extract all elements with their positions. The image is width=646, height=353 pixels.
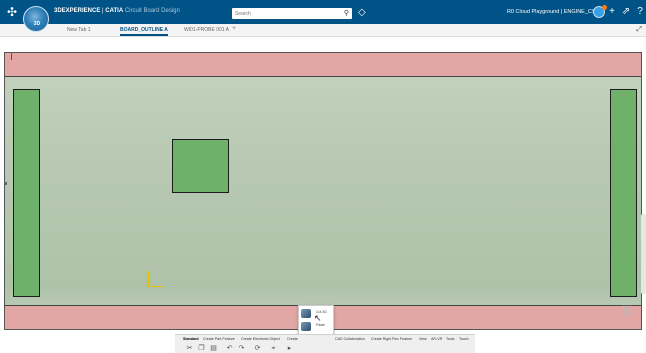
add-icon[interactable]: + — [606, 5, 618, 19]
tab-board-outline[interactable]: BOARD_OUTLINE A — [120, 26, 168, 36]
tab-probe[interactable]: WI01-PROBE 001 A — [184, 26, 229, 36]
section-tab-view[interactable]: View — [419, 337, 427, 341]
section-tab-touch[interactable]: Touch — [459, 337, 469, 341]
app-name: CATIA — [105, 8, 124, 14]
copy-icon[interactable]: ❐ — [197, 345, 206, 353]
section-tab-create[interactable]: Create — [287, 337, 298, 341]
paste-icon — [301, 322, 311, 331]
top-bar: ✣ 3DEXPERIENCE | CATIA Circuit Board Des… — [0, 0, 646, 24]
axis-x-indicator — [148, 286, 164, 287]
platform-selector[interactable]: R0 Cloud Playground | ENGINE_CS ▾ — [507, 9, 600, 15]
axis-y-indicator — [148, 271, 149, 287]
undo-icon[interactable]: ↶ — [225, 345, 234, 353]
action-bar: Standard Create Part Feature Create Elec… — [175, 334, 475, 353]
tag-icon[interactable]: ◇ — [358, 7, 366, 19]
redo-icon[interactable]: ↷ — [237, 345, 246, 353]
section-tab-cad-collaboration[interactable]: CAD Collaboration — [335, 337, 365, 341]
board-corner — [5, 53, 12, 60]
more-icon[interactable]: ▸ — [285, 345, 294, 353]
update-icon[interactable]: ⟳ — [253, 345, 262, 353]
cut-icon[interactable]: ✂ — [185, 345, 194, 353]
scrollbar[interactable] — [641, 214, 646, 294]
search-icon[interactable]: ⚲ — [344, 9, 349, 18]
paste-icon[interactable]: ▤ — [209, 345, 218, 353]
help-icon[interactable]: ? — [634, 5, 646, 19]
tab-new-tab[interactable]: New Tab 1 — [67, 26, 91, 36]
app-title: 3DEXPERIENCE | CATIA Circuit Board Desig… — [54, 8, 180, 14]
measure-icon[interactable]: ⌖ — [269, 345, 278, 353]
app-brand: 3DEXPERIENCE — [54, 8, 101, 14]
tab-bar: New Tab 1 BOARD_OUTLINE A WI01-PROBE 001… — [0, 24, 646, 37]
section-tab-ar-vr[interactable]: AR-VR — [431, 337, 442, 341]
app-role: Circuit Board Design — [124, 8, 180, 14]
share-icon[interactable]: ⇗ — [620, 5, 632, 19]
search-box[interactable]: ⚲ — [232, 8, 352, 19]
section-tab-standard[interactable]: Standard — [183, 337, 199, 341]
pad-right[interactable] — [610, 89, 637, 297]
panel-handle[interactable] — [4, 182, 7, 185]
pad-left[interactable] — [13, 89, 40, 297]
search-input[interactable] — [232, 8, 332, 19]
section-tab-tools[interactable]: Tools — [446, 337, 454, 341]
section-tab-create-part-feature[interactable]: Create Part Feature — [203, 337, 235, 341]
robot-icon[interactable]: ♜ — [620, 303, 633, 320]
add-tab-icon[interactable]: + — [232, 25, 236, 32]
mouse-cursor-icon: ↖ — [314, 313, 322, 323]
3d-canvas[interactable]: ♜ — [4, 52, 642, 330]
board-rail-top[interactable] — [5, 53, 641, 77]
section-tab-create-electronic-object[interactable]: Create Electronic Object — [241, 337, 280, 341]
3ds-logo-icon[interactable]: ✣ — [4, 4, 20, 20]
cut-icon — [301, 309, 311, 318]
pad-center[interactable] — [172, 139, 229, 193]
expand-icon[interactable]: ⤢ — [636, 26, 642, 34]
compass-label: 3D — [33, 21, 41, 27]
compass-icon[interactable]: 3D — [23, 6, 49, 32]
avatar[interactable] — [593, 5, 607, 18]
platform-label: R0 Cloud Playground | ENGINE_CS — [507, 9, 596, 15]
section-tab-create-rigid-flex[interactable]: Create Rigid Flex Feature — [371, 337, 412, 341]
